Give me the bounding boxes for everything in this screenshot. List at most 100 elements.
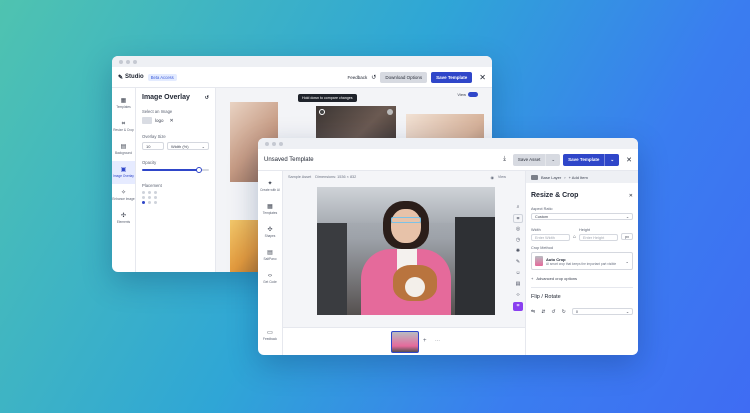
- tool-rail: ✦ Create with AI ▦ Templates ✣ Shapes ▤ …: [258, 171, 283, 355]
- clock-icon[interactable]: ◷: [513, 236, 523, 245]
- opacity-knob[interactable]: [195, 167, 202, 173]
- adjust-icon[interactable]: ◎: [513, 225, 523, 234]
- save-asset-button[interactable]: Save Asset: [512, 153, 546, 166]
- rail-item-saltpano[interactable]: ▤ SaltPano: [258, 244, 282, 267]
- crop-icon[interactable]: ⌗: [513, 214, 523, 223]
- chevron-down-icon[interactable]: ⌄: [604, 153, 620, 166]
- download-icon[interactable]: ⤓: [503, 156, 506, 163]
- canvas-tools: ⌕ ⌗ ◎ ◷ ✺ ✎ ☺ ▤ ‹› ⌗: [511, 201, 525, 313]
- placement-dot[interactable]: [148, 201, 151, 204]
- unit-select[interactable]: px: [621, 233, 633, 240]
- opacity-fill: [142, 169, 199, 171]
- compare-tooltip: Hold down to compare changes: [298, 94, 357, 102]
- person-icon[interactable]: ☺: [513, 269, 523, 278]
- close-icon[interactable]: ✕: [629, 193, 633, 199]
- placement-dot[interactable]: [154, 201, 157, 204]
- aspect-ratio-select[interactable]: Custom ⌄: [531, 213, 633, 220]
- rail-item-background[interactable]: ▤ Background: [112, 138, 135, 161]
- lock-icon[interactable]: ⌂: [573, 234, 576, 240]
- placement-label: Placement: [142, 183, 162, 188]
- rail-label: Create with AI: [260, 187, 280, 192]
- placement-dot[interactable]: [148, 191, 151, 194]
- advanced-label: Advanced crop options: [536, 276, 578, 281]
- crop-active-icon[interactable]: ⌗: [513, 302, 523, 311]
- placement-dot[interactable]: [154, 196, 157, 199]
- add-item-link[interactable]: + Add Item: [569, 175, 588, 180]
- rotate-left-icon[interactable]: ↺: [551, 309, 555, 315]
- crop-method-label: Crop Method: [531, 246, 553, 250]
- base-layer-link[interactable]: Base Layer: [541, 175, 561, 180]
- save-template-button[interactable]: Save Template: [431, 71, 473, 83]
- overlay-unit-select[interactable]: Width (%) ⌄: [167, 142, 209, 150]
- close-icon[interactable]: ✕: [626, 156, 632, 164]
- rail-item-feedback[interactable]: ▭ Feedback: [258, 324, 282, 347]
- crop-method-select[interactable]: Auto Crop AI smart crop that keeps the i…: [531, 252, 633, 270]
- placement-dot[interactable]: [154, 191, 157, 194]
- feedback-link[interactable]: Feedback: [348, 75, 368, 80]
- opacity-slider[interactable]: [142, 167, 209, 173]
- rail-item-shapes[interactable]: ✣ Shapes: [258, 221, 282, 244]
- save-template-button[interactable]: Save Template: [563, 153, 605, 166]
- layer-breadcrumb: Base Layer › + Add Item: [526, 171, 638, 183]
- rail-item-templates[interactable]: ▦ Templates: [258, 198, 282, 221]
- view-switch[interactable]: [468, 92, 478, 97]
- close-icon[interactable]: ✕: [479, 73, 486, 82]
- view-toggle[interactable]: View: [457, 92, 478, 97]
- rotate-right-icon[interactable]: ↻: [562, 309, 566, 315]
- rail-item-templates[interactable]: ▦ Templates: [112, 92, 135, 115]
- width-label: Width: [531, 228, 541, 232]
- rail-label: Enhance Image: [112, 196, 135, 201]
- window-chrome: [258, 138, 638, 149]
- width-input[interactable]: Enter Width: [531, 234, 570, 241]
- zoom-icon[interactable]: ⌕: [513, 203, 523, 212]
- rotate-value: 0: [575, 309, 578, 314]
- download-options-button[interactable]: Download Options: [380, 71, 428, 83]
- main-photo[interactable]: [317, 187, 495, 315]
- undo-icon[interactable]: ↺: [371, 74, 376, 81]
- view-label[interactable]: View: [498, 175, 506, 179]
- image-name: logo: [155, 118, 164, 123]
- filmstrip: + ⋯: [283, 327, 525, 355]
- photo-dog-face: [405, 277, 425, 297]
- placement-dot[interactable]: [142, 196, 145, 199]
- image-picker[interactable]: logo ✕: [142, 117, 209, 124]
- chevron-down-icon[interactable]: ⌄: [545, 153, 561, 166]
- app-name: Studio: [125, 74, 144, 80]
- layers-icon[interactable]: ▤: [513, 280, 523, 289]
- rail-item-get-code[interactable]: ‹› Get Code: [258, 267, 282, 290]
- window-dot: [133, 59, 137, 64]
- height-input[interactable]: Enter Height: [579, 234, 618, 241]
- select-image-label: Select an Image: [142, 109, 173, 114]
- wand-icon[interactable]: ✎: [513, 258, 523, 267]
- flip-rotate-row: ⇋ ⇵ ↺ ↻ 0 ⌄: [531, 308, 633, 315]
- rotate-angle-input[interactable]: 0 ⌄: [571, 308, 633, 315]
- app-logo: ✎ Studio: [118, 74, 144, 81]
- more-icon[interactable]: ⋯: [435, 338, 440, 344]
- chevron-down-icon: ⌄: [625, 258, 629, 264]
- placement-dot[interactable]: [148, 196, 151, 199]
- rail-label: Image Overlay: [113, 173, 134, 178]
- remove-icon[interactable]: ✕: [170, 118, 174, 124]
- flip-vertical-icon[interactable]: ⇵: [541, 309, 545, 315]
- placement-dot[interactable]: [142, 191, 145, 194]
- handle[interactable]: [387, 109, 393, 115]
- photo-seat: [317, 223, 347, 315]
- filmstrip-thumbnail[interactable]: [391, 331, 419, 353]
- overlay-size-input[interactable]: 10: [142, 142, 164, 150]
- rail-item-enhance[interactable]: ✧ Enhance Image: [112, 184, 135, 207]
- placement-dot-selected[interactable]: [142, 201, 145, 204]
- rail-item-resize-crop[interactable]: ⌗ Resize & Crop: [112, 115, 135, 138]
- reset-icon[interactable]: ↺: [205, 95, 209, 101]
- rail-item-image-overlay[interactable]: ▣ Image Overlay: [112, 161, 135, 184]
- flip-horizontal-icon[interactable]: ⇋: [531, 309, 535, 315]
- add-icon[interactable]: +: [423, 338, 427, 344]
- handle[interactable]: [319, 109, 325, 115]
- code-icon[interactable]: ‹›: [513, 291, 523, 300]
- sparkle-icon[interactable]: ✺: [513, 247, 523, 256]
- eye-icon[interactable]: ◉: [491, 175, 494, 180]
- placement-grid[interactable]: [142, 191, 209, 204]
- advanced-crop-toggle[interactable]: + Advanced crop options: [531, 276, 633, 281]
- rail-item-create-ai[interactable]: ✦ Create with AI: [258, 175, 282, 198]
- rail-item-elements[interactable]: ✣ Elements: [112, 207, 135, 230]
- top-bar: ✎ Studio Beta Access Feedback ↺ Download…: [112, 67, 492, 88]
